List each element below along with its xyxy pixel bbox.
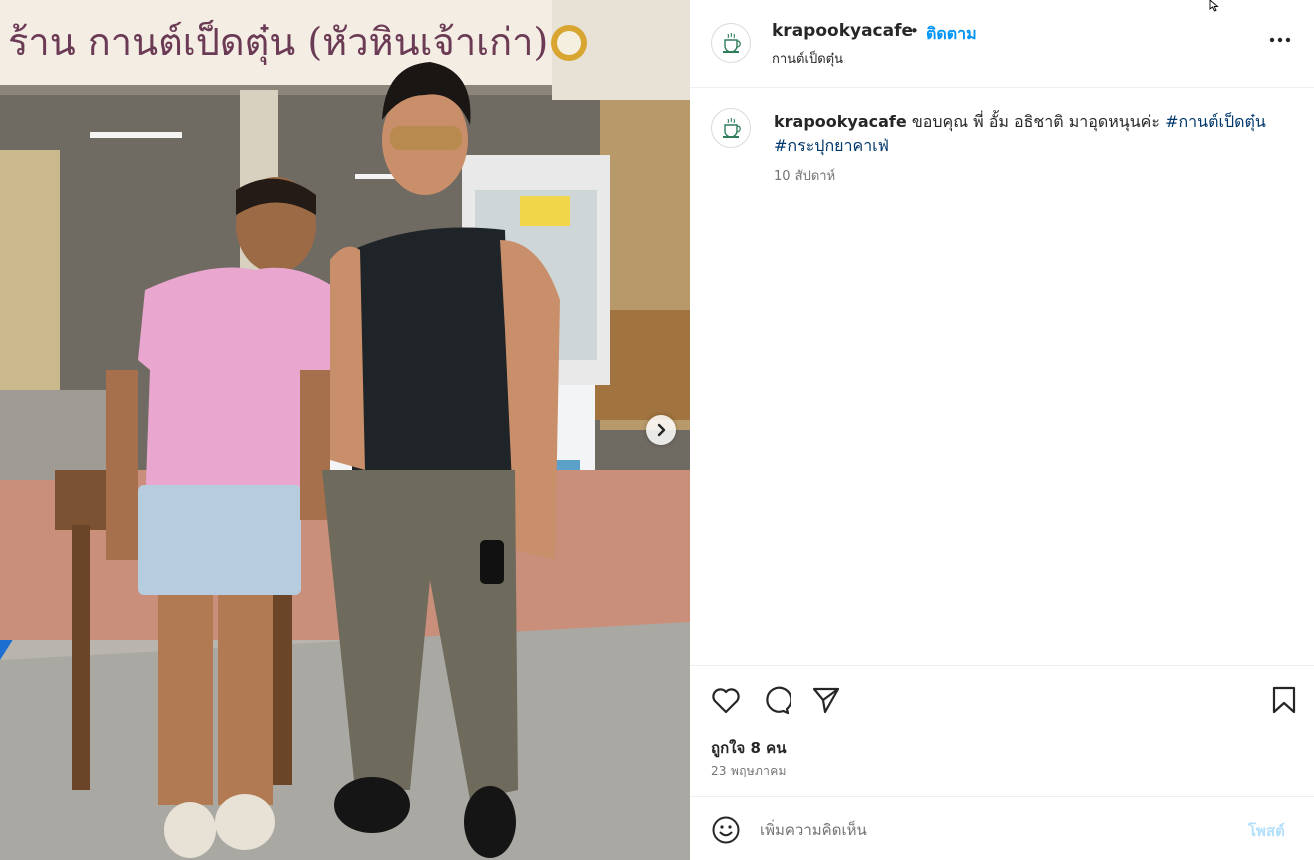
follow-button[interactable]: ติดตาม [926, 22, 977, 47]
share-icon [812, 687, 840, 714]
action-bar: ถูกใจ 8 คน 23 พฤษภาคม [690, 665, 1314, 796]
like-button[interactable] [710, 684, 742, 716]
header-username[interactable]: krapookyacafe [772, 21, 913, 41]
post-header: krapookyacafe • ติดตาม กานต์เป็ดตุ๋น [690, 0, 1314, 88]
hashtag-link[interactable]: #กานต์เป็ดตุ๋น [1165, 112, 1266, 131]
profile-avatar[interactable] [711, 23, 751, 63]
comment-input[interactable] [760, 813, 1230, 847]
bookmark-icon [1272, 686, 1296, 714]
caption-text: krapookyacafe ขอบคุณ พี่ อั้ม อธิชาติ มา… [774, 110, 1274, 158]
next-photo-button[interactable] [646, 415, 676, 445]
caption-section: krapookyacafe ขอบคุณ พี่ อั้ม อธิชาติ มา… [690, 88, 1314, 666]
post-comment-button[interactable]: โพสต์ [1248, 819, 1285, 843]
location-link[interactable]: กานต์เป็ดตุ๋น [772, 48, 843, 69]
comment-button[interactable] [760, 684, 792, 716]
heart-icon [712, 688, 740, 714]
post-photo[interactable]: ร้าน กานต์เป็ดตุ๋น (หัวหินเจ้าเก่า) [0, 0, 690, 860]
post-date[interactable]: 23 พฤษภาคม [711, 762, 787, 781]
separator-dot: • [910, 22, 919, 40]
emoji-button[interactable] [710, 814, 742, 846]
caption-timestamp[interactable]: 10 สัปดาห์ [774, 165, 835, 186]
post-side-panel: krapookyacafe • ติดตาม กานต์เป็ดตุ๋น kra… [690, 0, 1314, 860]
comment-icon [766, 686, 791, 715]
shop-sign-text: ร้าน กานต์เป็ดตุ๋น (หัวหินเจ้าเก่า) [8, 19, 548, 65]
cafe-logo-icon [723, 117, 741, 138]
photo-illustration: ร้าน กานต์เป็ดตุ๋น (หัวหินเจ้าเก่า) [0, 0, 690, 860]
comment-form: โพสต์ [690, 796, 1314, 860]
more-options-button[interactable] [1266, 26, 1294, 54]
more-horizontal-icon [1269, 37, 1291, 43]
hashtag-link[interactable]: #กระปุกยาคาเฟ่ [774, 136, 889, 155]
caption-body: ขอบคุณ พี่ อั้ม อธิชาติ มาอุดหนุนค่ะ [906, 112, 1166, 131]
cafe-logo-icon [723, 32, 741, 53]
like-count[interactable]: ถูกใจ 8 คน [711, 736, 786, 760]
caption-username[interactable]: krapookyacafe [774, 112, 907, 131]
mouse-cursor-icon [1209, 0, 1219, 12]
caption-avatar[interactable] [711, 108, 751, 148]
chevron-right-icon [657, 423, 666, 437]
emoji-icon [712, 816, 740, 844]
share-button[interactable] [810, 684, 842, 716]
save-button[interactable] [1268, 684, 1300, 716]
instagram-post-modal: ร้าน กานต์เป็ดตุ๋น (หัวหินเจ้าเก่า) krap… [0, 0, 1314, 860]
